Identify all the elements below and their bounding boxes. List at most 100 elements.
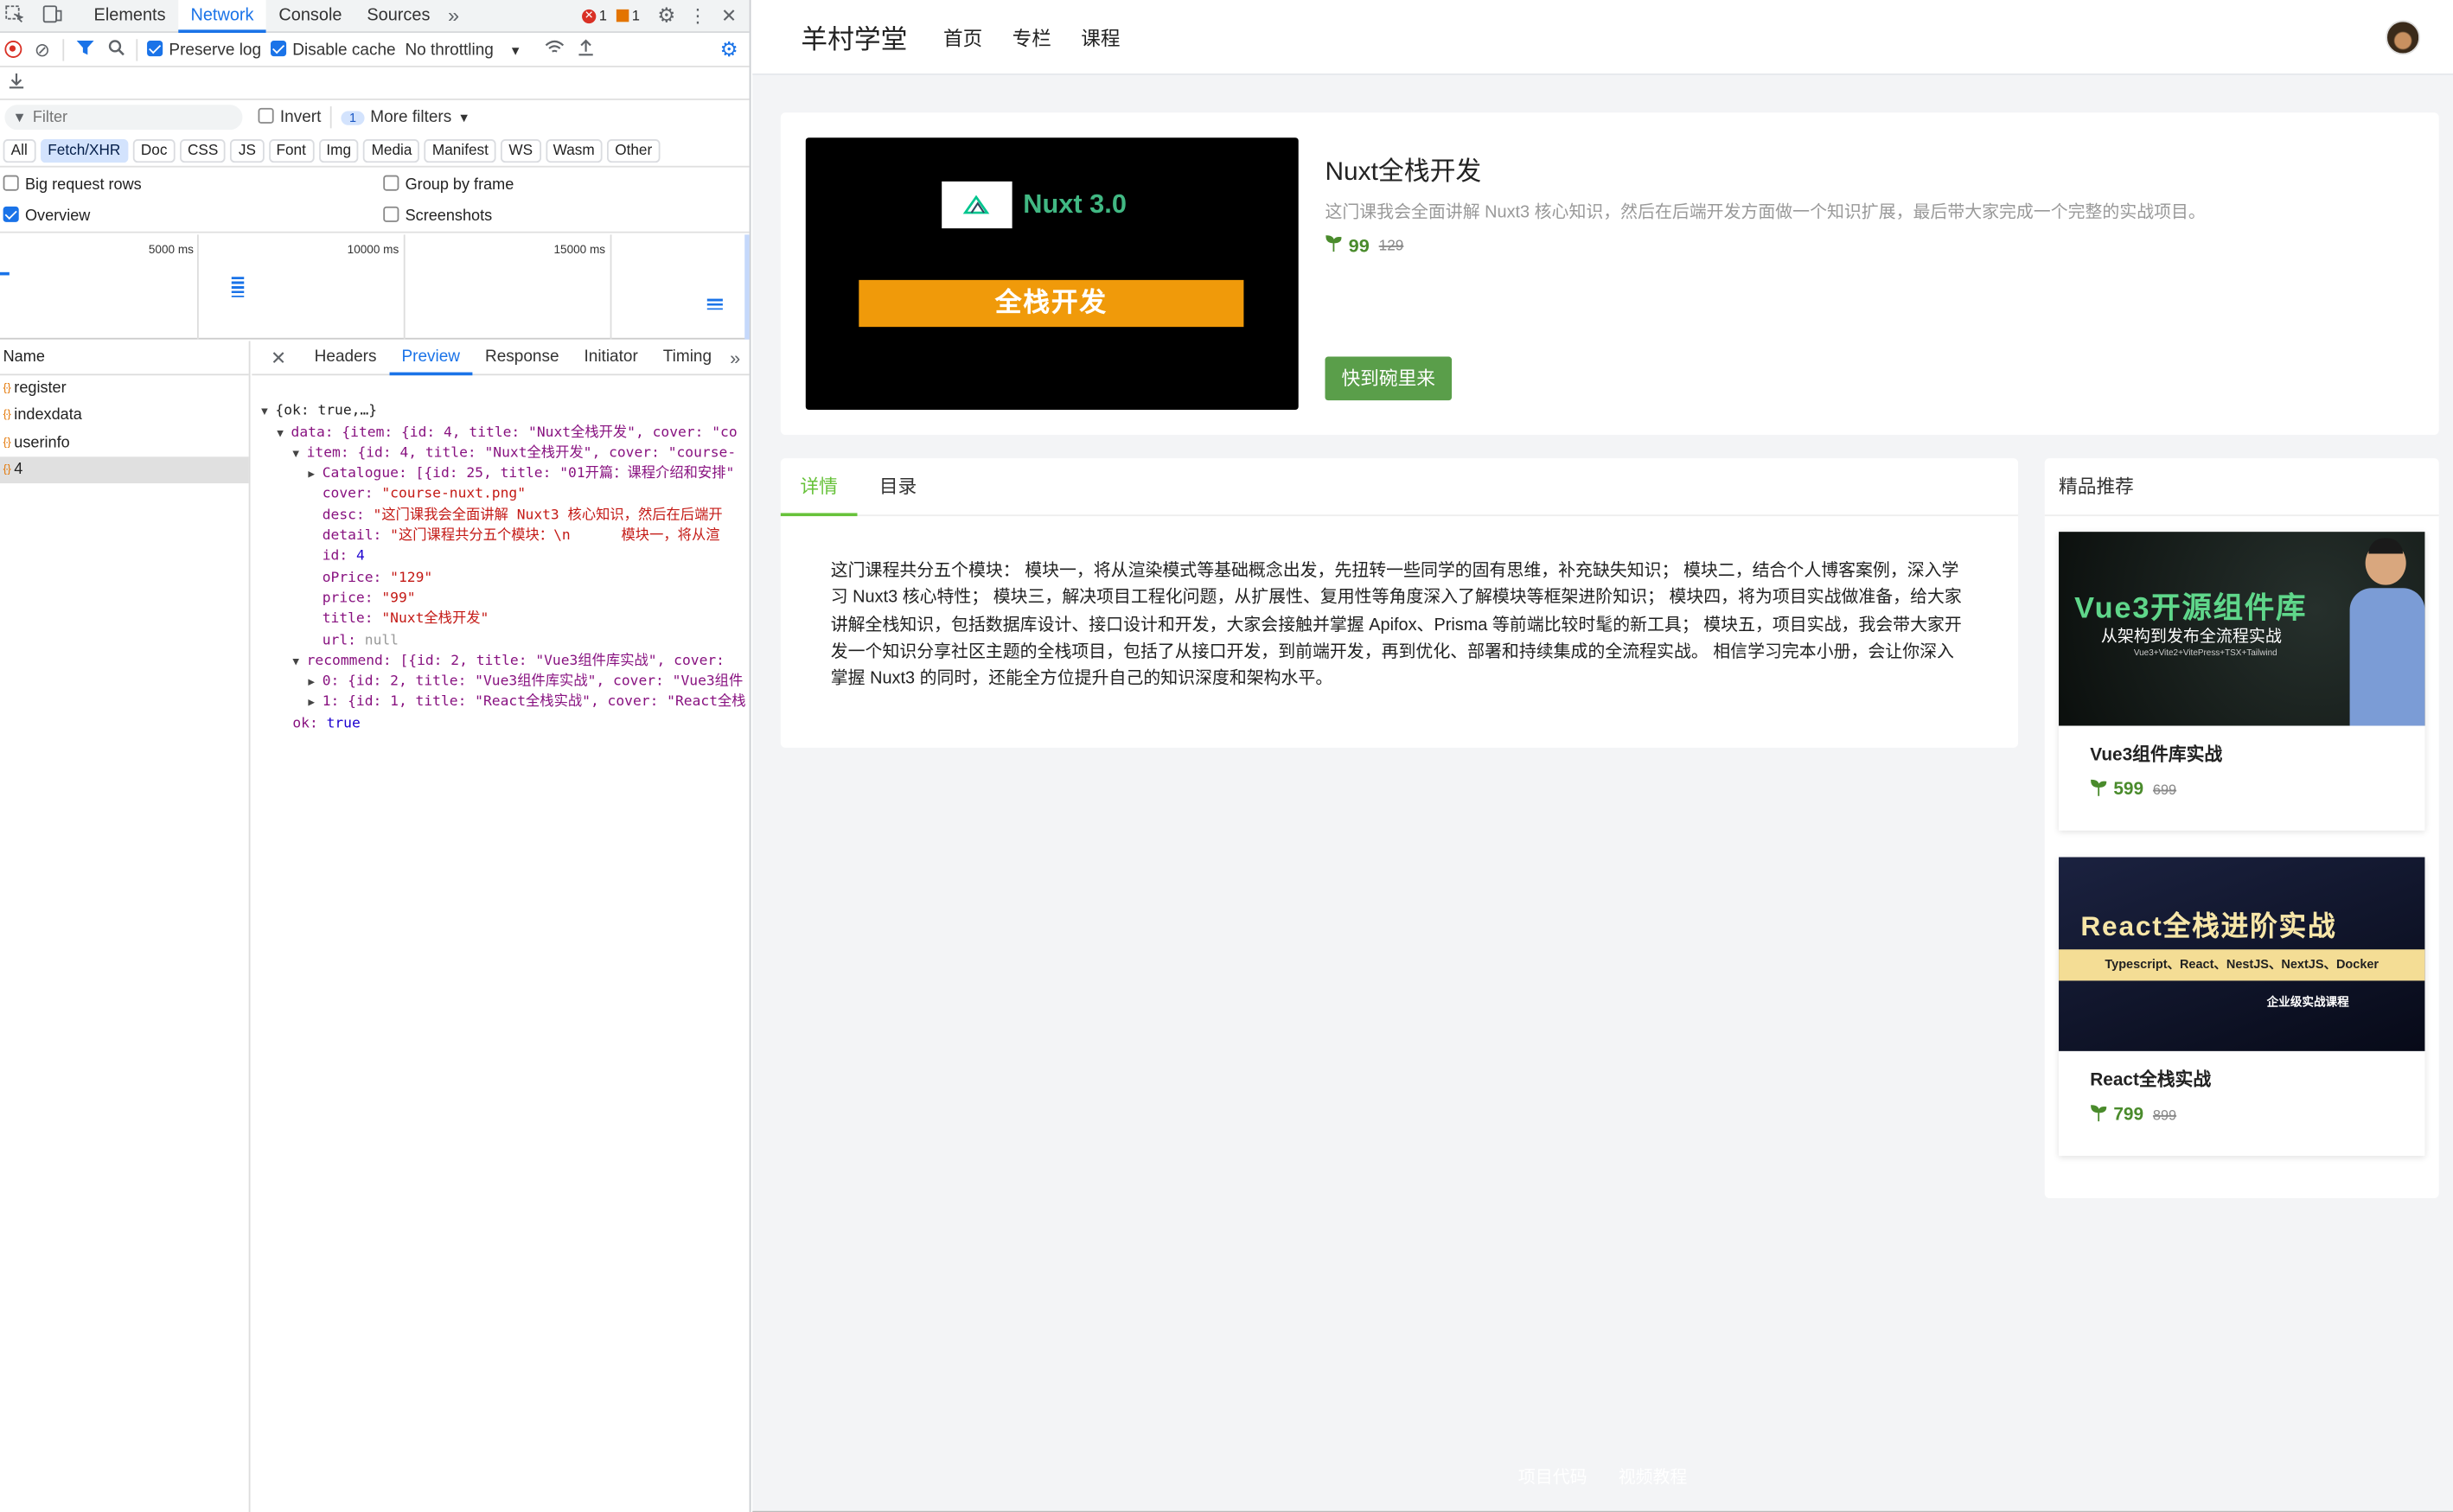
sprout-icon <box>1325 234 1342 256</box>
device-toolbar-icon[interactable] <box>41 4 62 26</box>
inspect-element-icon[interactable] <box>3 4 25 26</box>
recommend-item[interactable]: React全栈进阶实战 Typescript、React、NestJS、Next… <box>2059 857 2425 1157</box>
request-row[interactable]: {·} register <box>0 375 249 402</box>
group-by-frame-checkbox[interactable]: Group by frame <box>383 174 514 193</box>
type-filter-ws[interactable]: WS <box>501 138 541 163</box>
tab-sources[interactable]: Sources <box>355 0 443 32</box>
kebab-menu-icon[interactable]: ⋮ <box>687 4 708 26</box>
export-har-icon[interactable] <box>4 72 26 93</box>
warning-badge[interactable]: 1 <box>616 8 640 23</box>
screenshots-checkbox[interactable]: Screenshots <box>383 206 492 226</box>
settings-gear-icon[interactable]: ⚙ <box>655 4 677 26</box>
preview-catalogue[interactable]: ▶ Catalogue: [{id: 25, title: "01开篇：课程介绍和… <box>261 465 750 486</box>
course-detail-card: 详情 目录 这门课程共分五个模块： 模块一，将从渲染模式等基础概念出发，先扭转一… <box>780 457 2018 748</box>
timeline-bar <box>0 271 10 276</box>
footer-link-code[interactable]: 项目代码 <box>1518 1464 1587 1490</box>
throttling-select[interactable]: No throttling ▼ <box>405 40 521 59</box>
type-filter-manifest[interactable]: Manifest <box>424 138 496 163</box>
nuxt-logo: Nuxt 3.0 <box>942 181 1127 229</box>
preview-id: id: 4 <box>322 549 365 565</box>
filter-funnel-icon[interactable] <box>73 38 95 60</box>
sprout-icon <box>2090 1104 2107 1126</box>
avatar[interactable] <box>2386 19 2420 54</box>
tab-elements[interactable]: Elements <box>81 0 178 32</box>
more-detail-tabs-icon[interactable]: » <box>725 347 746 368</box>
type-filter-other[interactable]: Other <box>607 138 661 163</box>
chevron-down-icon: ▼ <box>457 110 470 124</box>
course-detail-text: 这门课程共分五个模块： 模块一，将从渲染模式等基础概念出发，先扭转一些同学的固有… <box>830 561 1962 689</box>
type-filter-doc[interactable]: Doc <box>132 138 176 163</box>
name-column-header[interactable]: Name <box>0 341 249 376</box>
disable-cache-checkbox[interactable]: Disable cache <box>270 40 396 59</box>
search-icon[interactable] <box>105 38 126 60</box>
record-icon[interactable] <box>4 41 22 58</box>
more-tabs-icon[interactable]: » <box>443 4 464 26</box>
preview-rec-1[interactable]: ▶ 1: {id: 1, title: "React全栈实战", cover: "… <box>261 693 750 714</box>
preview-item[interactable]: ▼ item: {id: 4, title: "Nuxt全栈开发", cover:… <box>261 444 750 465</box>
request-row[interactable]: {·} userinfo <box>0 430 249 456</box>
import-har-icon[interactable] <box>575 38 597 60</box>
overview-checkbox[interactable]: Overview <box>3 206 384 226</box>
course-price: 99 129 <box>1325 234 1404 257</box>
course-title: Nuxt全栈开发 <box>1325 157 1482 187</box>
type-filter-fetchxhr[interactable]: Fetch/XHR <box>40 138 129 163</box>
footer-link-video[interactable]: 视频教程 <box>1619 1464 1688 1490</box>
close-devtools-icon[interactable]: ✕ <box>718 4 739 26</box>
timeline-overview[interactable]: 5000 ms 10000 ms 15000 ms <box>0 234 750 340</box>
timeline-bar <box>231 277 245 297</box>
nav-course[interactable]: 课程 <box>1081 22 1120 51</box>
error-badge[interactable]: ✕ 1 <box>582 8 607 23</box>
tab-network[interactable]: Network <box>178 0 266 33</box>
network-conditions-icon[interactable] <box>544 38 565 60</box>
course-info-card: Nuxt 3.0 全栈开发 Nuxt全栈开发 这门课我会全面讲解 Nuxt3 核… <box>780 112 2439 435</box>
request-row[interactable]: {·} indexdata <box>0 403 249 430</box>
type-filter-js[interactable]: JS <box>230 138 265 163</box>
filter-input-wrap[interactable]: ▼ <box>4 105 243 131</box>
divider <box>330 106 333 129</box>
tab-detail[interactable]: 详情 <box>780 457 858 516</box>
detail-tab-response[interactable]: Response <box>473 341 572 375</box>
filter-count-badge: 1 <box>341 110 365 124</box>
type-filter-css[interactable]: CSS <box>179 138 227 163</box>
timeline-tick: 5000 ms <box>148 242 194 257</box>
close-detail-icon[interactable]: ✕ <box>267 347 289 368</box>
request-row[interactable]: {·} 4 <box>0 456 249 484</box>
recommend-title: 精品推荐 <box>2044 458 2439 517</box>
type-filter-img[interactable]: Img <box>318 138 360 163</box>
old-price: 129 <box>1378 237 1404 255</box>
timeline-bar <box>706 298 723 310</box>
tab-catalogue[interactable]: 目录 <box>879 457 917 515</box>
recommend-item[interactable]: Vue3开源组件库 从架构到发布全流程实战 Vue3+Vite2+VitePre… <box>2059 532 2425 831</box>
recommend-cover: React全栈进阶实战 Typescript、React、NestJS、Next… <box>2059 857 2425 1051</box>
network-settings-icon[interactable]: ⚙ <box>718 37 739 60</box>
type-filter-media[interactable]: Media <box>363 138 420 163</box>
cta-button[interactable]: 快到碗里来 <box>1325 356 1453 401</box>
preview-rec-0[interactable]: ▶ 0: {id: 2, title: "Vue3组件库实战", cover: "… <box>261 673 750 693</box>
detail-tabs: 详情 目录 <box>780 457 2018 517</box>
course-cover[interactable]: Nuxt 3.0 全栈开发 <box>805 137 1299 411</box>
type-filter-font[interactable]: Font <box>268 138 314 163</box>
timeline-tick: 10000 ms <box>347 242 399 257</box>
clear-icon[interactable]: ⊘ <box>31 38 53 60</box>
detail-tab-initiator[interactable]: Initiator <box>572 341 650 375</box>
more-filters-dropdown[interactable]: 1 More filters ▼ <box>341 108 470 127</box>
nav-column[interactable]: 专栏 <box>1013 22 1051 51</box>
detail-tab-headers[interactable]: Headers <box>302 341 389 375</box>
detail-tab-timing[interactable]: Timing <box>650 341 724 375</box>
xhr-icon: {·} <box>3 437 11 449</box>
nav-home[interactable]: 首页 <box>943 22 982 51</box>
filter-input[interactable] <box>32 108 220 126</box>
detail-tab-preview[interactable]: Preview <box>388 341 473 375</box>
invert-checkbox[interactable]: Invert <box>258 107 321 127</box>
json-preview: ▼ {ok: true,…} ▼ data: {item: {id: 4, title… <box>252 375 750 776</box>
preview-root[interactable]: ▼ {ok: true,…} <box>261 403 750 424</box>
preserve-log-checkbox[interactable]: Preserve log <box>147 40 261 59</box>
cover-banner: 全栈开发 <box>859 279 1244 328</box>
type-filter-all[interactable]: All <box>3 138 35 163</box>
big-request-rows-checkbox[interactable]: Big request rows <box>3 174 384 193</box>
preview-recommend[interactable]: ▼ recommend: [{id: 2, title: "Vue3组件库实战",… <box>261 652 750 673</box>
site-logo[interactable]: 羊村学堂 <box>801 17 907 56</box>
preview-data[interactable]: ▼ data: {item: {id: 4, title: "Nuxt全栈开发",… <box>261 424 750 444</box>
tab-console[interactable]: Console <box>266 0 355 32</box>
type-filter-wasm[interactable]: Wasm <box>545 138 603 163</box>
